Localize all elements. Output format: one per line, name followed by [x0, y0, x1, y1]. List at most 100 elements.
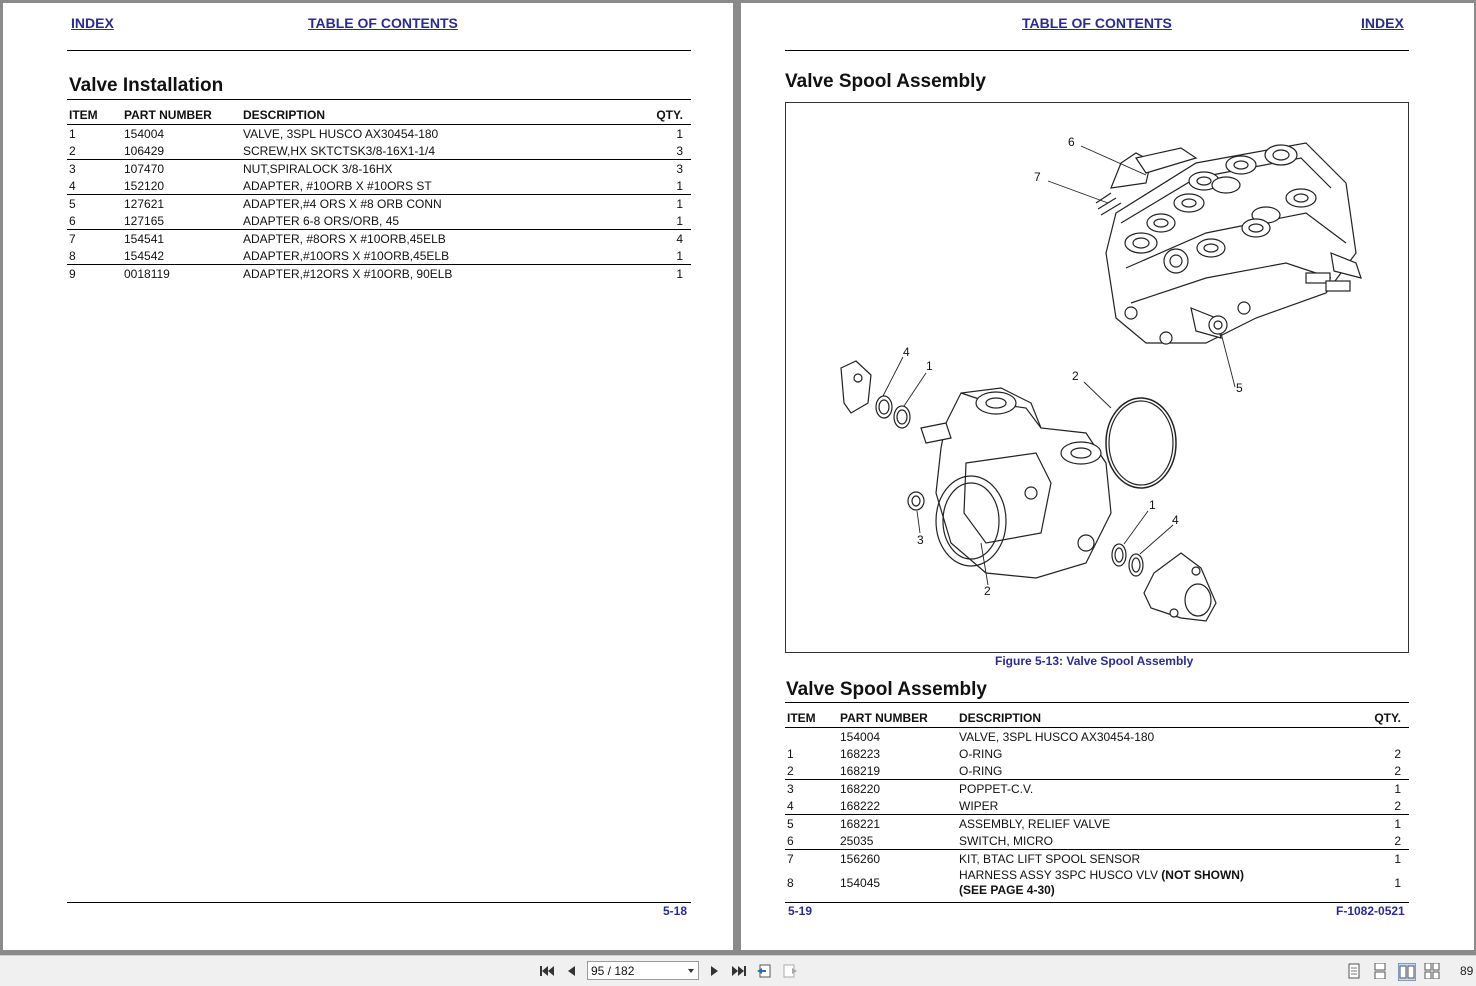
table-row: 5 168221 ASSEMBLY, RELIEF VALVE 1 [785, 814, 1409, 832]
cell-part-number: 127165 [124, 213, 165, 228]
cell-description: ADAPTER, #10ORB X #10ORS ST [243, 178, 432, 193]
cell-item: 5 [67, 194, 122, 212]
cell-item: 4 [787, 798, 794, 813]
index-link[interactable]: INDEX [71, 15, 114, 31]
cell-part-number: 25035 [840, 833, 874, 848]
table-row: 1 154004 VALVE, 3SPL HUSCO AX30454-180 1 [67, 125, 691, 143]
cell-item: 9 [67, 264, 122, 282]
cell-part-number: 0018119 [122, 264, 241, 282]
cell-item: 6 [69, 213, 76, 228]
table-row: 6 127165 ADAPTER 6-8 ORS/ORB, 45 1 [67, 212, 691, 230]
previous-page-icon[interactable] [564, 963, 580, 979]
page-number-value: 95 / 182 [591, 964, 635, 978]
callout-label: 5 [1236, 381, 1243, 395]
next-view-icon[interactable] [782, 963, 798, 979]
cell-item: 3 [785, 779, 838, 797]
table-header-row: ITEM PART NUMBER DESCRIPTION QTY. [67, 99, 691, 125]
parts-table: ITEM PART NUMBER DESCRIPTION QTY. 154004… [785, 702, 1409, 898]
cell-description: POPPET-C.V. [957, 779, 1349, 797]
cell-part-number: 168220 [838, 779, 957, 797]
cell-part-number: 154542 [124, 248, 165, 263]
cell-description: HARNESS ASSY 3SPC HUSCO VLV (NOT SHOWN)(… [959, 868, 1244, 897]
table-title: Valve Spool Assembly [786, 679, 987, 700]
cell-item: 8 [787, 875, 794, 890]
cell-qty: 3 [631, 159, 691, 177]
table-row: 3 168220 POPPET-C.V. 1 [785, 779, 1409, 797]
cell-item: 8 [69, 248, 76, 263]
header-divider [785, 50, 1409, 51]
column-header-qty: QTY. [1349, 702, 1409, 728]
cell-qty: 1 [631, 264, 691, 282]
cell-description: ADAPTER 6-8 ORS/ORB, 45 [243, 213, 400, 228]
callout-label: 6 [1068, 135, 1075, 149]
section-title: Valve Installation [69, 75, 224, 96]
last-page-icon[interactable] [731, 963, 747, 979]
table-header-row: ITEM PART NUMBER DESCRIPTION QTY. [785, 702, 1409, 728]
cell-item: 2 [69, 143, 76, 158]
cell-part-number: 154004 [124, 126, 165, 141]
table-row: 4 168222 WIPER 2 [785, 797, 1409, 815]
table-row: 4 152120 ADAPTER, #10ORB X #10ORS ST 1 [67, 177, 691, 195]
cell-description: ADAPTER, #8ORS X #10ORB,45ELB [241, 229, 631, 247]
cell-qty: 1 [1349, 814, 1409, 832]
table-row: 2 168219 O-RING 2 [785, 762, 1409, 780]
cell-qty: 4 [631, 229, 691, 247]
exploded-view-figure: 6 7 4 1 2 5 1 4 3 2 [785, 102, 1409, 653]
cell-description: NUT,SPIRALOCK 3/8-16HX [241, 159, 631, 177]
cell-part-number: 156260 [838, 849, 957, 867]
cell-part-number: 154045 [840, 875, 881, 890]
parts-table: ITEM PART NUMBER DESCRIPTION QTY. 1 15400… [67, 99, 691, 282]
cell-description: VALVE, 3SPL HUSCO AX30454-180 [243, 126, 439, 141]
table-row: 2 106429 SCREW,HX SKTCTSK3/8-16X1-1/4 3 [67, 142, 691, 160]
table-of-contents-link[interactable]: TABLE OF CONTENTS [308, 15, 458, 31]
next-page-icon[interactable] [706, 963, 722, 979]
cell-item: 5 [785, 814, 838, 832]
cell-qty: 1 [676, 178, 683, 193]
cell-description: O-RING [959, 746, 1003, 761]
cell-description: KIT, BTAC LIFT SPOOL SENSOR [957, 849, 1349, 867]
chevron-down-icon[interactable] [688, 969, 694, 973]
cell-qty [1349, 728, 1409, 746]
cell-qty: 1 [1349, 849, 1409, 867]
table-row: 9 0018119 ADAPTER,#12ORS X #10ORB, 90ELB 1 [67, 264, 691, 282]
document-number: F-1082-0521 [1336, 904, 1405, 918]
left-page: INDEX TABLE OF CONTENTS Valve Installati… [3, 3, 733, 950]
cell-item: 6 [787, 833, 794, 848]
page-number: 5-19 [788, 904, 813, 918]
right-page: TABLE OF CONTENTS INDEX Valve Spool Asse… [741, 3, 1474, 950]
cell-item: 3 [67, 159, 122, 177]
first-page-icon[interactable] [539, 963, 555, 979]
callout-label: 3 [917, 533, 924, 547]
column-header-description: DESCRIPTION [241, 99, 631, 125]
page-number-field[interactable]: 95 / 182 [587, 961, 699, 980]
zoom-level[interactable]: 89 [1460, 964, 1473, 978]
table-row: 1 168223 O-RING 2 [785, 745, 1409, 762]
cell-qty: 2 [1394, 746, 1401, 761]
callout-label: 2 [984, 584, 991, 598]
cell-part-number: 168219 [840, 763, 881, 778]
cell-description: ASSEMBLY, RELIEF VALVE [957, 814, 1349, 832]
callout-label: 2 [1072, 369, 1079, 383]
cell-description: ADAPTER,#12ORS X #10ORB, 90ELB [241, 264, 631, 282]
continuous-view-icon[interactable] [1372, 963, 1388, 979]
header-divider [67, 50, 691, 51]
two-page-view-icon[interactable] [1398, 963, 1416, 981]
column-header-item: ITEM [67, 99, 122, 125]
single-page-view-icon[interactable] [1346, 963, 1362, 979]
column-header-part-number: PART NUMBER [122, 99, 241, 125]
table-of-contents-link[interactable]: TABLE OF CONTENTS [1022, 15, 1172, 31]
cell-part-number: 168222 [840, 798, 881, 813]
cell-part-number: 106429 [124, 143, 165, 158]
cell-description: SCREW,HX SKTCTSK3/8-16X1-1/4 [243, 143, 436, 158]
cell-item: 7 [67, 229, 122, 247]
cell-part-number: 107470 [122, 159, 241, 177]
cell-description: ADAPTER,#10ORS X #10ORB,45ELB [243, 248, 450, 263]
table-row: 6 25035 SWITCH, MICRO 2 [785, 832, 1409, 850]
table-row: 7 154541 ADAPTER, #8ORS X #10ORB,45ELB 4 [67, 229, 691, 247]
previous-view-icon[interactable] [756, 963, 772, 979]
continuous-two-page-view-icon[interactable] [1424, 963, 1440, 979]
cell-part-number: 168221 [838, 814, 957, 832]
cell-qty: 1 [676, 126, 683, 141]
cell-item: 7 [785, 849, 838, 867]
index-link[interactable]: INDEX [1361, 15, 1404, 31]
